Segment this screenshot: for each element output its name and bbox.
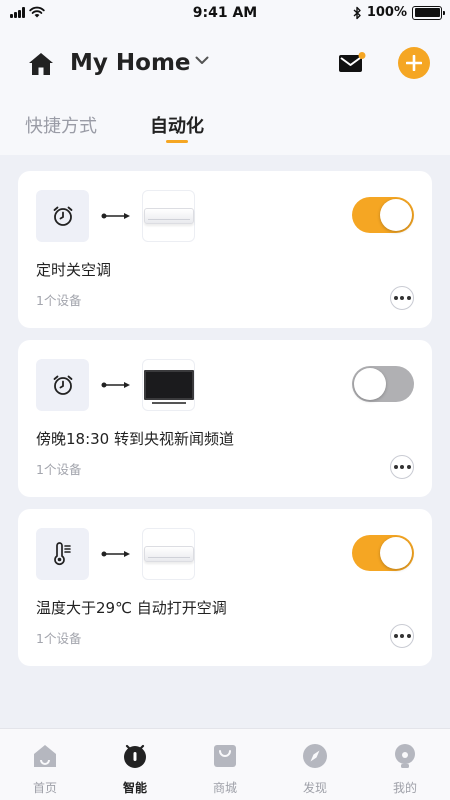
nav-discover[interactable]: 发现: [270, 729, 360, 800]
battery-icon: [412, 5, 445, 20]
add-button[interactable]: [398, 47, 430, 79]
bottom-nav: 首页 智能 商城 发现 我的: [0, 728, 450, 800]
nav-profile[interactable]: 我的: [360, 729, 450, 800]
home-selector-title[interactable]: My Home: [70, 50, 191, 76]
tab-bar: 快捷方式 自动化: [0, 110, 450, 150]
automation-toggle[interactable]: [352, 197, 414, 233]
automation-title: 傍晚18:30 转到央视新闻频道: [36, 430, 234, 448]
air-conditioner-image: [143, 546, 194, 562]
more-options-button[interactable]: [390, 286, 414, 310]
arrow-right-icon: [101, 382, 130, 388]
home-icon: [34, 745, 56, 767]
nav-home[interactable]: 首页: [0, 729, 90, 800]
nav-label: 我的: [392, 781, 417, 795]
nav-label: 商城: [212, 781, 237, 795]
thermometer-icon: [53, 542, 71, 566]
automation-toggle[interactable]: [352, 535, 414, 571]
automation-toggle[interactable]: [352, 366, 414, 402]
tab-automation[interactable]: 自动化: [150, 112, 204, 138]
battery-percent: 100%: [366, 5, 407, 20]
device-tile: [142, 190, 195, 242]
automation-card[interactable]: 温度大于29℃ 自动打开空调 1个设备: [18, 509, 432, 666]
compass-icon: [303, 744, 327, 768]
more-options-button[interactable]: [390, 624, 414, 648]
trigger-tile: [36, 190, 89, 242]
arrow-right-icon: [101, 551, 130, 557]
nav-label: 发现: [302, 781, 327, 795]
plus-icon: [406, 55, 422, 71]
nav-smart[interactable]: 智能: [90, 729, 180, 800]
device-count: 1个设备: [36, 462, 82, 477]
status-bar: 9:41 AM 100%: [0, 0, 450, 28]
device-count: 1个设备: [36, 293, 82, 308]
arrow-right-icon: [101, 213, 130, 219]
mail-icon[interactable]: [338, 52, 366, 74]
alarm-clock-icon: [53, 375, 72, 395]
television-image: [143, 370, 194, 404]
bluetooth-icon: [353, 6, 361, 19]
profile-icon: [395, 744, 415, 768]
nav-label: 智能: [122, 781, 147, 795]
more-options-button[interactable]: [390, 455, 414, 479]
automation-card[interactable]: 傍晚18:30 转到央视新闻频道 1个设备: [18, 340, 432, 497]
alarm-clock-icon: [53, 206, 72, 226]
trigger-tile: [36, 528, 89, 580]
tab-shortcuts[interactable]: 快捷方式: [25, 112, 97, 138]
automation-title: 温度大于29℃ 自动打开空调: [36, 599, 227, 617]
header: My Home: [0, 40, 450, 90]
device-tile: [142, 359, 195, 411]
automation-title: 定时关空调: [36, 261, 112, 279]
home-icon: [29, 53, 53, 75]
chevron-down-icon[interactable]: [195, 56, 209, 65]
tab-active-indicator: [166, 140, 188, 143]
smart-icon: [124, 744, 146, 768]
nav-shop[interactable]: 商城: [180, 729, 270, 800]
trigger-tile: [36, 359, 89, 411]
device-count: 1个设备: [36, 631, 82, 646]
automation-card[interactable]: 定时关空调 1个设备: [18, 171, 432, 328]
shop-bag-icon: [214, 745, 236, 767]
device-tile: [142, 528, 195, 580]
nav-label: 首页: [32, 781, 57, 795]
air-conditioner-image: [143, 208, 194, 224]
